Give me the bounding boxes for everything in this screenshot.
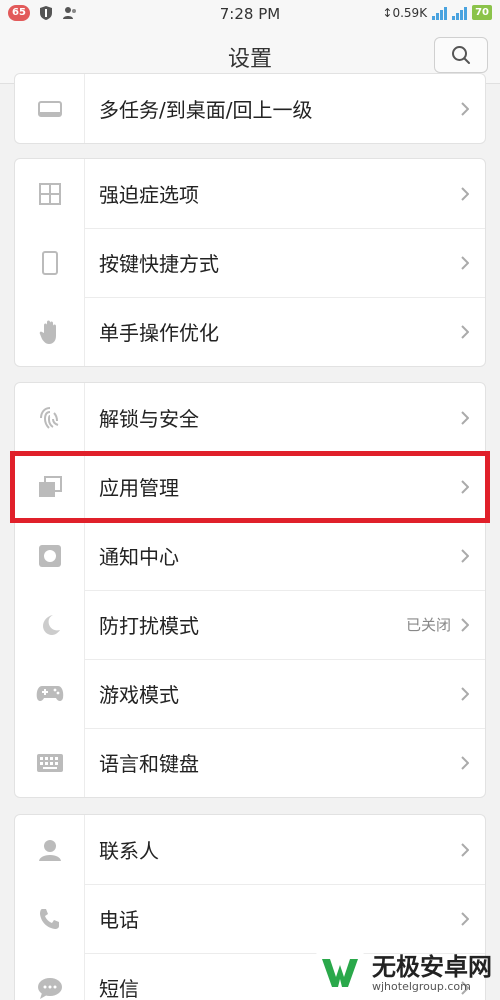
- settings-row-language-keyboard[interactable]: 语言和键盘: [15, 728, 485, 797]
- grid-icon: [38, 182, 61, 205]
- status-right: ↕0.59K 70: [382, 5, 492, 20]
- phone-outline-icon: [41, 250, 58, 275]
- settings-row-label: 防打扰模式: [99, 614, 199, 638]
- watermark: 无极安卓网 wjhotelgroup.com: [314, 950, 492, 996]
- settings-row-ocd-options[interactable]: 强迫症选项: [15, 159, 485, 228]
- chevron-right-icon: [461, 101, 471, 116]
- chevron-right-icon: [461, 410, 471, 425]
- settings-row-label: 解锁与安全: [99, 407, 199, 431]
- status-value: 已关闭: [405, 616, 451, 634]
- watermark-title: 无极安卓网: [372, 952, 492, 981]
- chevron-right-icon: [461, 548, 471, 563]
- settings-group-interaction: 强迫症选项 按键快捷方式 单手操作优化: [14, 158, 486, 367]
- settings-row-label: 游戏模式: [99, 683, 179, 707]
- chevron-right-icon: [461, 186, 471, 201]
- hand-icon: [39, 320, 56, 344]
- keyboard-icon: [36, 753, 63, 772]
- search-icon: [452, 46, 470, 64]
- chevron-right-icon: [461, 255, 471, 270]
- phone-icon: [39, 908, 59, 929]
- settings-row-label: 按键快捷方式: [99, 252, 219, 276]
- chevron-right-icon: [461, 686, 471, 701]
- multitask-icon: [37, 100, 62, 117]
- net-speed: ↕0.59K: [382, 5, 428, 20]
- search-button[interactable]: [434, 37, 488, 73]
- settings-row-label: 单手操作优化: [99, 321, 219, 345]
- chevron-right-icon: [461, 324, 471, 339]
- chevron-right-icon: [461, 911, 471, 926]
- gamepad-icon: [36, 685, 63, 701]
- settings-row-phone[interactable]: 电话: [15, 884, 485, 953]
- settings-row-contacts[interactable]: 联系人: [15, 815, 485, 884]
- settings-row-label: 通知中心: [99, 545, 179, 569]
- settings-row-label: 强迫症选项: [99, 183, 199, 207]
- settings-row-notification-center[interactable]: 通知中心: [15, 521, 485, 590]
- watermark-text: 无极安卓网 wjhotelgroup.com: [372, 954, 492, 993]
- settings-row-do-not-disturb[interactable]: 防打扰模式 已关闭: [15, 590, 485, 659]
- battery-indicator: 70: [472, 5, 492, 20]
- settings-row-label: 多任务/到桌面/回上一级: [99, 98, 313, 122]
- highlight-annotation: [10, 451, 490, 523]
- status-bar: 65 7:28 PM ↕0.59K 70: [0, 0, 500, 28]
- chevron-right-icon: [461, 617, 471, 632]
- settings-row-label: 语言和键盘: [99, 752, 199, 776]
- settings-group-system: 解锁与安全 应用管理 通知中心 防打扰模式 已关闭 游戏模式 语言和键盘: [14, 382, 486, 798]
- chevron-right-icon: [461, 842, 471, 857]
- signal-icon-2: [452, 6, 468, 20]
- chevron-right-icon: [461, 755, 471, 770]
- page-title: 设置: [227, 47, 272, 72]
- notification-icon: [38, 544, 61, 567]
- contact-icon: [38, 839, 61, 861]
- moon-icon: [42, 614, 60, 635]
- watermark-url: wjhotelgroup.com: [372, 979, 471, 993]
- settings-row-one-hand[interactable]: 单手操作优化: [15, 297, 485, 366]
- settings-group-navigation: 多任务/到桌面/回上一级: [14, 73, 486, 144]
- message-icon: [37, 977, 62, 999]
- watermark-logo-icon: [314, 950, 366, 996]
- settings-row-button-shortcuts[interactable]: 按键快捷方式: [15, 228, 485, 297]
- settings-row-game-mode[interactable]: 游戏模式: [15, 659, 485, 728]
- settings-row-label: 电话: [99, 908, 139, 932]
- signal-icon: [432, 6, 448, 20]
- fingerprint-icon: [39, 406, 58, 429]
- settings-row-label: 联系人: [99, 839, 159, 863]
- settings-row-multitask[interactable]: 多任务/到桌面/回上一级: [15, 74, 485, 143]
- settings-row-unlock-security[interactable]: 解锁与安全: [15, 383, 485, 452]
